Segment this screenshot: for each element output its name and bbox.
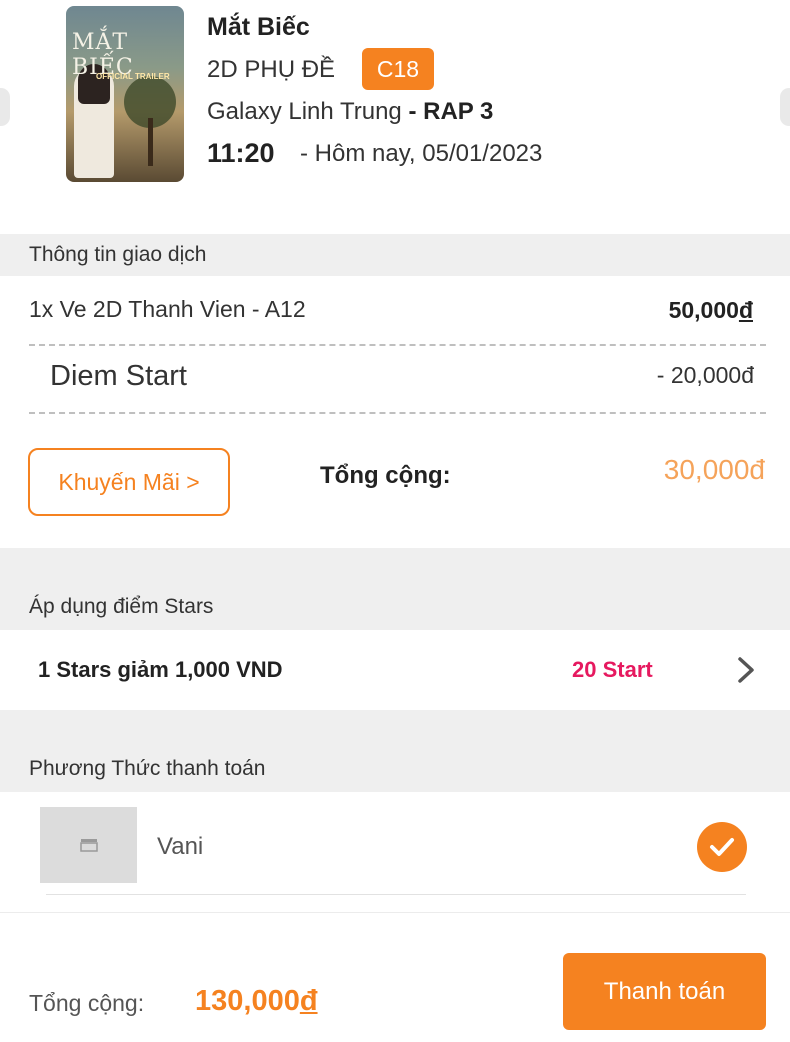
grand-total-amount: 130,000 [195,985,300,1017]
payment-section-title: Phương Thức thanh toán [29,757,266,780]
movie-poster: MẮT BIẾC OFFICIAL TRAILER [66,6,184,182]
movie-header: MẮT BIẾC OFFICIAL TRAILER Mắt Biếc 2D PH… [0,0,790,234]
ticket-line-price: 50,000đ [669,297,753,324]
clapperboard-icon [79,839,98,852]
grand-total-label: Tổng cộng: [29,990,145,1016]
stars-section-title: Áp dụng điểm Stars [29,595,214,618]
payment-method-thumbnail [40,807,137,883]
ticket-price-amount: 50,000 [668,297,739,323]
section-spacer [0,548,790,584]
footer-divider [0,912,790,913]
cinema-info: Galaxy Linh Trung - RAP 3 [207,98,493,126]
transaction-section-title: Thông tin giao dịch [29,243,207,266]
stars-section-header: Áp dụng điểm Stars [0,584,790,630]
age-rating-badge: C18 [362,48,434,90]
grand-total-value: 130,000đ [195,985,318,1018]
checkmark-icon [710,838,734,856]
prev-arrow-tab[interactable] [0,88,10,126]
showtime: 11:20 [207,138,275,168]
ticket-line-item: 1x Ve 2D Thanh Vien - A12 [29,296,306,322]
next-arrow-tab[interactable] [780,88,790,126]
room-number: - RAP 3 [408,98,494,125]
promotion-button[interactable]: Khuyến Mãi > [28,448,230,516]
subtotal-label: Tổng cộng: [320,462,451,489]
dashed-divider [29,344,766,346]
subtotal-value: 30,000đ [663,454,765,485]
discount-value: - 20,000đ [656,362,754,388]
discount-label: Diem Start [50,360,187,392]
checkout-button[interactable]: Thanh toán [563,953,766,1030]
grand-total-currency: đ [299,985,318,1017]
selected-check-icon[interactable] [697,822,747,872]
section-spacer [0,710,790,746]
poster-tree-trunk [148,118,153,166]
payment-section-header: Phương Thức thanh toán [0,746,790,792]
chevron-right-icon[interactable] [735,655,757,685]
movie-title: Mắt Biếc [207,13,310,41]
stars-points-value: 20 Start [572,657,653,682]
show-date: - Hôm nay, 05/01/2023 [300,140,543,167]
poster-subtitle: OFFICIAL TRAILER [96,72,170,81]
stars-rate-label: 1 Stars giảm 1,000 VND [38,657,283,682]
cinema-name: Galaxy Linh Trung [207,98,402,125]
movie-format: 2D PHỤ ĐỀ [207,56,336,83]
payment-divider [46,894,746,895]
dashed-divider [29,412,766,414]
payment-method-name: Vani [157,833,204,860]
transaction-section-header: Thông tin giao dịch [0,234,790,276]
ticket-price-currency: đ [738,297,753,323]
